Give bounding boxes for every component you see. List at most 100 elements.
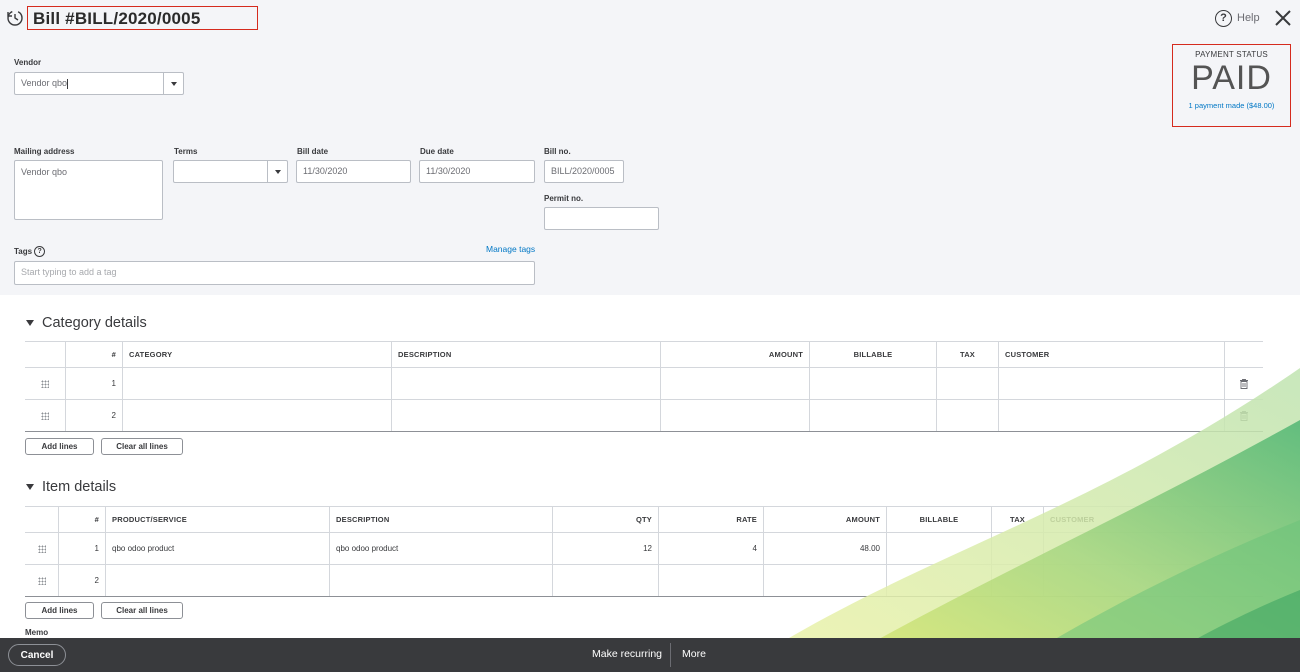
manage-tags-link[interactable]: Manage tags — [486, 244, 535, 254]
billable-cell[interactable] — [810, 368, 937, 399]
permit-no-field[interactable] — [544, 207, 659, 230]
tax-cell[interactable] — [937, 400, 999, 431]
tax-cell[interactable] — [992, 565, 1044, 596]
table-row[interactable]: 2 — [25, 400, 1263, 432]
terms-dropdown-button[interactable] — [267, 161, 287, 182]
item-clear-lines-button[interactable]: Clear all lines — [101, 602, 183, 619]
category-clear-lines-button[interactable]: Clear all lines — [101, 438, 183, 455]
description-cell[interactable] — [330, 565, 553, 596]
column-header: CUSTOMER — [1050, 515, 1095, 524]
terms-select[interactable] — [173, 160, 288, 183]
tags-label-group: Tags ? — [14, 246, 46, 257]
item-add-lines-button[interactable]: Add lines — [25, 602, 94, 619]
product-cell[interactable] — [106, 565, 330, 596]
trash-icon[interactable] — [1240, 378, 1248, 389]
table-row[interactable]: 2 — [25, 565, 1263, 597]
mailing-address-label: Mailing address — [14, 147, 75, 156]
row-number: 2 — [66, 400, 123, 431]
tax-cell[interactable] — [992, 533, 1044, 564]
row-number: 1 — [66, 368, 123, 399]
history-icon[interactable] — [6, 9, 24, 27]
terms-label: Terms — [174, 147, 198, 156]
column-header: CUSTOMER — [999, 342, 1225, 367]
amount-cell[interactable] — [764, 565, 887, 596]
description-cell[interactable]: qbo odoo product — [330, 533, 553, 564]
cancel-button[interactable]: Cancel — [8, 644, 66, 666]
qty-cell[interactable] — [553, 565, 659, 596]
help-icon[interactable]: ? — [34, 246, 46, 257]
payment-status-label: PAYMENT STATUS — [1195, 50, 1268, 59]
payment-status-panel: PAYMENT STATUS PAID 1 payment made ($48.… — [1172, 44, 1291, 127]
vendor-dropdown-button[interactable] — [163, 73, 183, 94]
rate-cell[interactable] — [659, 565, 764, 596]
row-number: 1 — [59, 533, 106, 564]
customer-cell[interactable] — [1044, 533, 1263, 564]
customer-cell[interactable] — [999, 400, 1225, 431]
permit-no-label: Permit no. — [544, 194, 584, 203]
amount-cell[interactable] — [661, 400, 810, 431]
bill-date-field[interactable]: 11/30/2020 — [296, 160, 411, 183]
item-details-title: Item details — [42, 479, 117, 495]
vendor-label: Vendor — [14, 58, 42, 67]
help-icon: ? — [1215, 9, 1232, 27]
mailing-address-field[interactable]: Vendor qbo — [14, 160, 163, 220]
drag-handle-icon[interactable] — [37, 576, 46, 585]
due-date-label: Due date — [420, 147, 454, 156]
qty-cell[interactable]: 12 — [553, 533, 659, 564]
vendor-value: Vendor qbo — [21, 78, 68, 88]
product-cell[interactable]: qbo odoo product — [106, 533, 330, 564]
description-cell[interactable] — [392, 400, 661, 431]
category-cell[interactable] — [123, 400, 392, 431]
more-button[interactable]: More — [682, 648, 706, 660]
due-date-field[interactable]: 11/30/2020 — [419, 160, 535, 183]
table-header-row: # CATEGORY DESCRIPTION AMOUNT BILLABLE T… — [25, 342, 1263, 368]
close-icon[interactable] — [1274, 9, 1292, 27]
bill-date-label: Bill date — [297, 147, 329, 156]
tax-cell[interactable] — [937, 368, 999, 399]
table-row[interactable]: 1 — [25, 368, 1263, 400]
billable-cell[interactable] — [810, 400, 937, 431]
column-header: TAX — [992, 507, 1044, 532]
column-header: DESCRIPTION — [392, 342, 661, 367]
column-header: DESCRIPTION — [330, 507, 553, 532]
table-row[interactable]: 1 qbo odoo product qbo odoo product 12 4… — [25, 533, 1263, 565]
item-table: # PRODUCT/SERVICE DESCRIPTION QTY RATE A… — [25, 506, 1263, 597]
make-recurring-button[interactable]: Make recurring — [592, 648, 662, 660]
column-header: # — [59, 507, 106, 532]
column-header: AMOUNT — [764, 507, 887, 532]
customer-cell[interactable] — [1044, 565, 1263, 596]
footer-bar: Cancel Make recurring More — [0, 638, 1300, 672]
tags-input[interactable]: Start typing to add a tag — [14, 261, 535, 285]
memo-label: Memo — [25, 628, 49, 637]
column-header: CATEGORY — [123, 342, 392, 367]
table-header-row: # PRODUCT/SERVICE DESCRIPTION QTY RATE A… — [25, 507, 1263, 533]
amount-cell[interactable]: 48.00 — [764, 533, 887, 564]
item-details-toggle[interactable]: Item details — [26, 479, 116, 495]
category-details-toggle[interactable]: Category details — [26, 315, 147, 331]
billable-cell[interactable] — [887, 533, 992, 564]
drag-handle-icon[interactable] — [37, 544, 46, 553]
description-cell[interactable] — [392, 368, 661, 399]
caret-down-icon — [26, 484, 34, 490]
customer-cell[interactable] — [999, 368, 1225, 399]
column-header: # — [66, 342, 123, 367]
payments-made-link[interactable]: 1 payment made ($48.00) — [1173, 101, 1290, 110]
caret-down-icon — [26, 320, 34, 326]
column-header: PRODUCT/SERVICE — [106, 507, 330, 532]
category-add-lines-button[interactable]: Add lines — [25, 438, 94, 455]
category-cell[interactable] — [123, 368, 392, 399]
billable-cell[interactable] — [887, 565, 992, 596]
column-header: QTY — [553, 507, 659, 532]
drag-handle-icon[interactable] — [41, 379, 49, 388]
rate-cell[interactable]: 4 — [659, 533, 764, 564]
payment-status-value: PAID — [1191, 59, 1272, 97]
amount-cell[interactable] — [661, 368, 810, 399]
bill-no-field[interactable]: BILL/2020/0005 — [544, 160, 624, 183]
help-button[interactable]: ? Help — [1215, 9, 1260, 27]
trash-icon[interactable] — [1240, 410, 1248, 421]
column-header: RATE — [659, 507, 764, 532]
page-title: Bill #BILL/2020/0005 — [27, 6, 258, 30]
drag-handle-icon[interactable] — [41, 411, 49, 420]
vendor-select[interactable]: Vendor qbo — [14, 72, 184, 95]
bill-no-label: Bill no. — [544, 147, 571, 156]
